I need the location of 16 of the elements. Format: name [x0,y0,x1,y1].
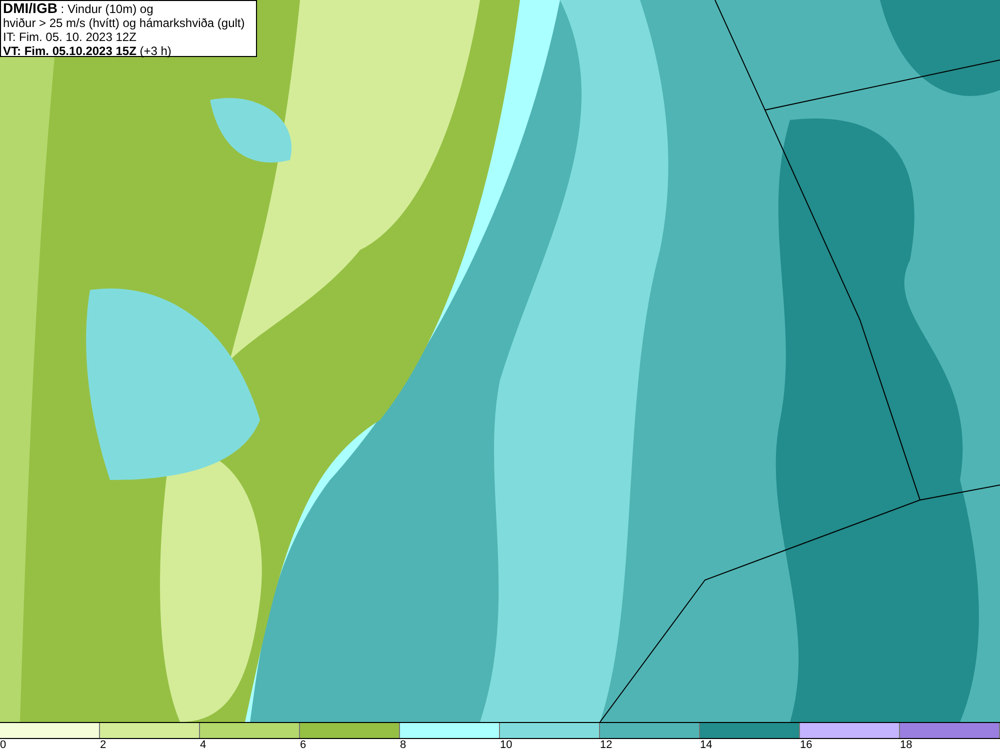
scale-tick-label: 4 [200,739,206,752]
scale-tick-label: 18 [900,739,912,752]
scale-tick-label: 2 [100,739,106,752]
scale-tick-label: 10 [500,739,512,752]
forecast-offset: (+3 h) [140,44,172,58]
scale-tick-label: 12 [600,739,612,752]
map-subtitle: hviður > 25 m/s (hvítt) og hámarkshviða (gult) [3,16,246,30]
scale-tick-label: 8 [400,739,406,752]
source-label: DMI/IGB [3,0,58,16]
initial-time: IT: Fim. 05. 10. 2023 12Z [3,30,138,44]
scale-tick-label: 16 [800,739,812,752]
scale-tick-label: 0 [0,739,6,752]
scale-tick-label: 14 [700,739,712,752]
scale-tick-label: 6 [300,739,306,752]
valid-time: VT: Fim. 05.10.2023 15Z [3,44,136,58]
map-title: : Vindur (10m) og [60,2,154,16]
